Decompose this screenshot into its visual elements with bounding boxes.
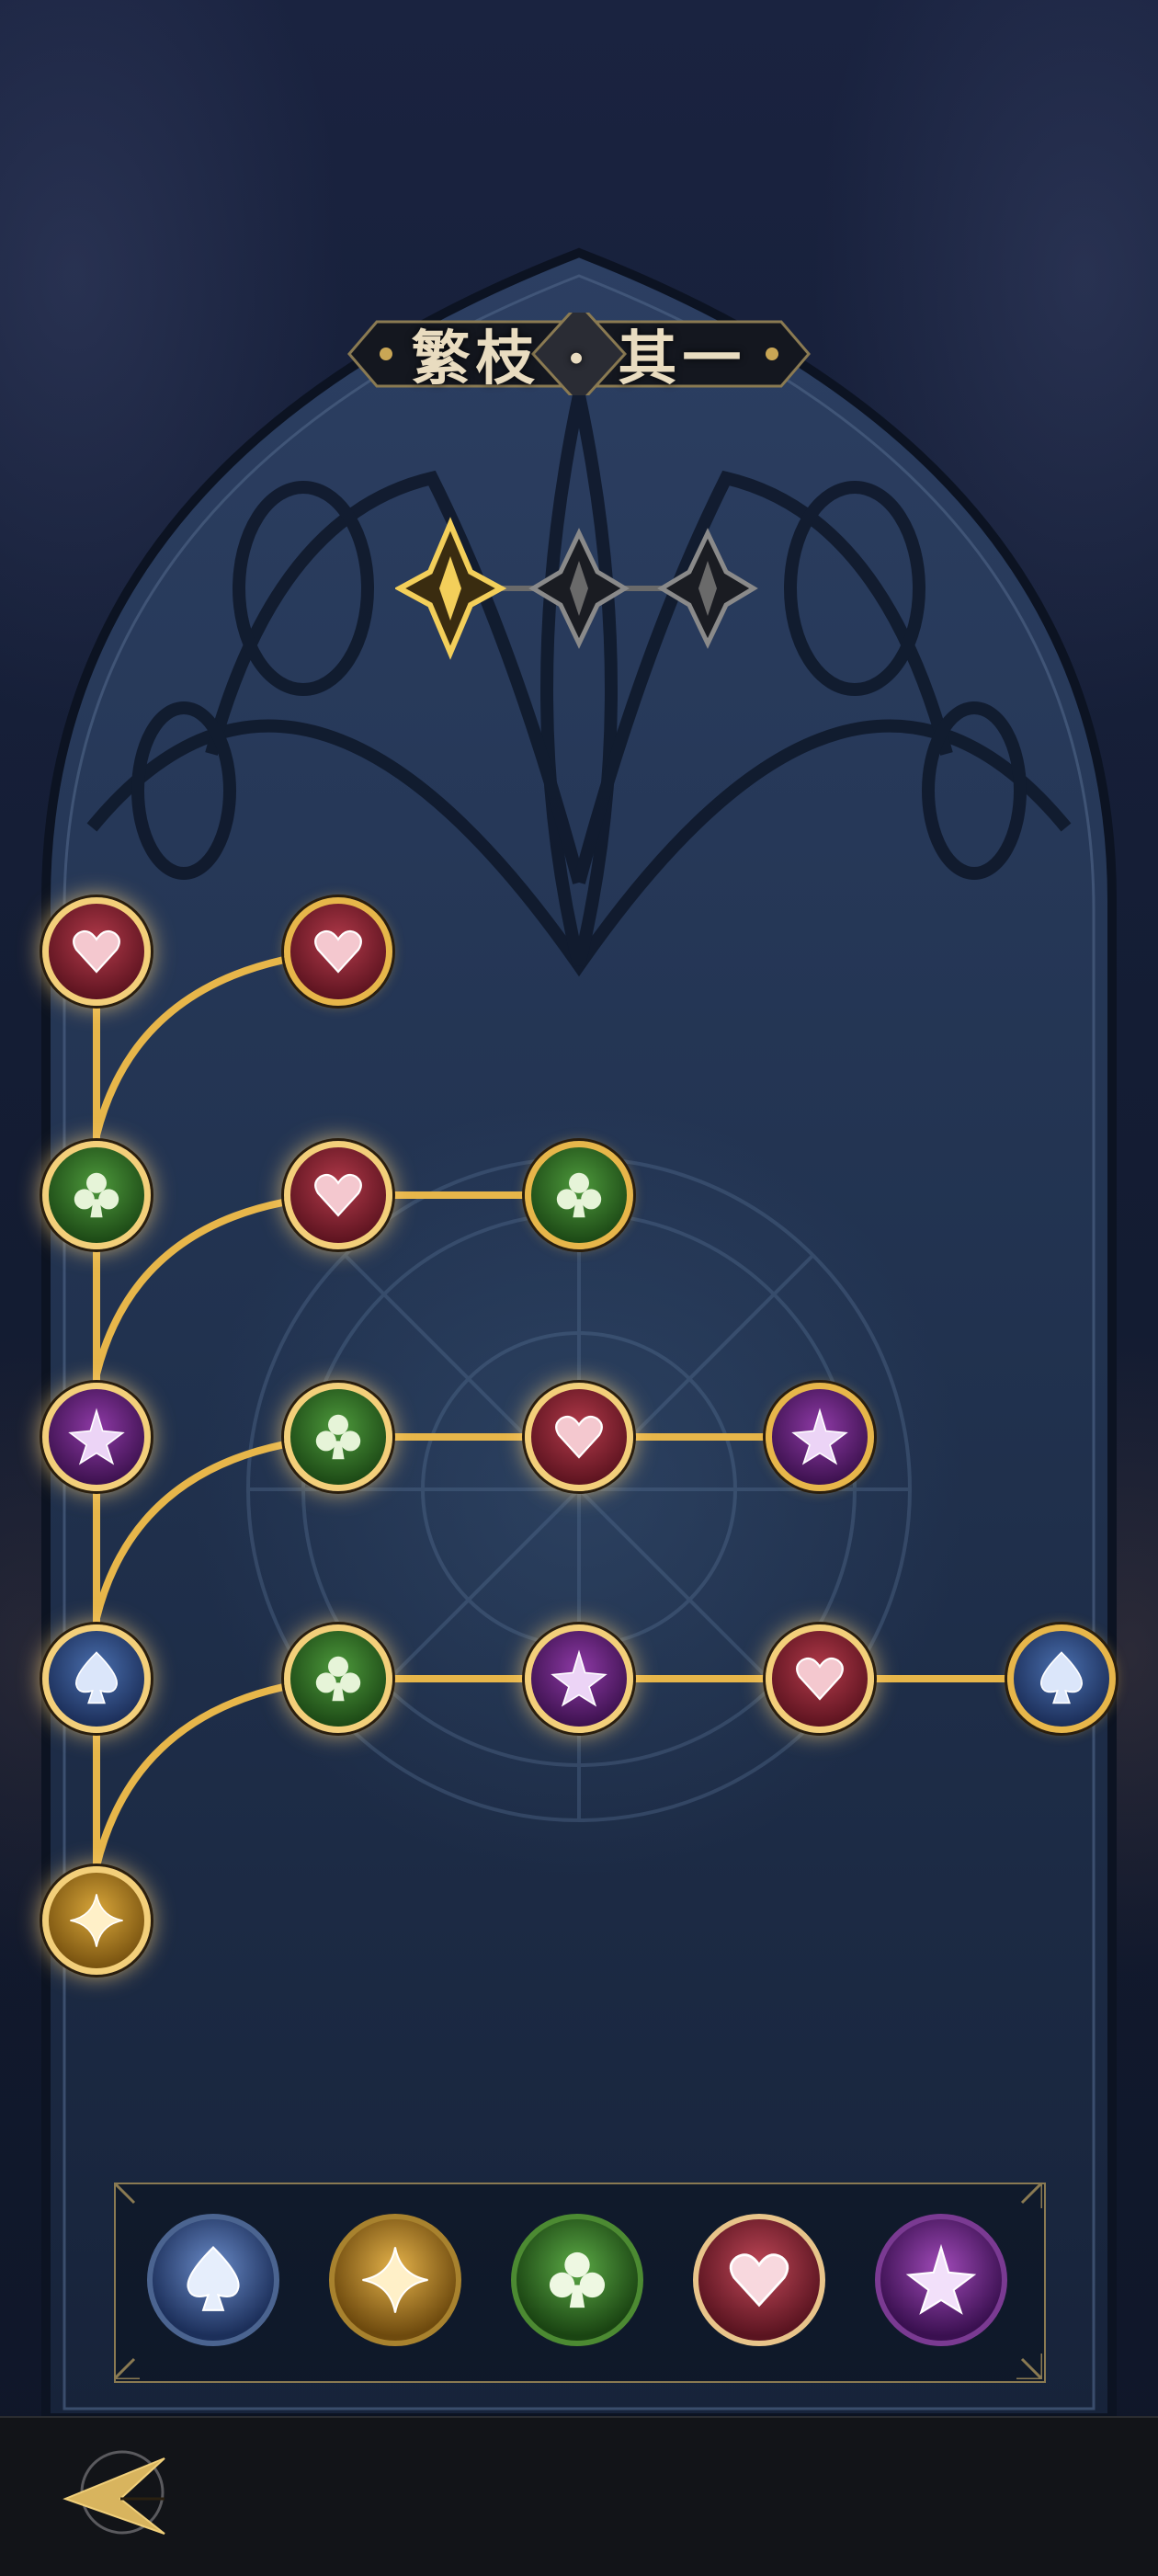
sparkle-icon <box>362 2247 428 2313</box>
legend-club[interactable] <box>511 2214 643 2346</box>
heart-icon <box>555 1415 603 1459</box>
tree-node-root-sparkle[interactable] <box>42 1866 151 1975</box>
heart-icon <box>314 929 362 974</box>
tree-node-heart[interactable] <box>42 897 151 1006</box>
star-icon <box>791 1408 848 1465</box>
tree-node-star[interactable] <box>525 1624 633 1733</box>
heart-icon <box>314 1173 362 1217</box>
spade-icon <box>1040 1651 1083 1704</box>
legend-heart[interactable] <box>693 2214 825 2346</box>
sparkle-icon <box>70 1894 123 1947</box>
tree-node-club-tip[interactable] <box>525 1141 633 1249</box>
club-icon <box>315 1414 361 1460</box>
heart-icon <box>729 2253 789 2308</box>
tree-node-club[interactable] <box>284 1624 392 1733</box>
club-icon <box>549 2251 606 2308</box>
heart-icon <box>796 1657 844 1701</box>
legend-sparkle[interactable] <box>329 2214 461 2346</box>
tree-node-star-tip[interactable] <box>766 1383 874 1491</box>
back-button[interactable] <box>51 2442 180 2543</box>
tree-node-star[interactable] <box>42 1383 151 1491</box>
tree-node-club[interactable] <box>284 1383 392 1491</box>
tree-node-club[interactable] <box>42 1141 151 1249</box>
spade-icon <box>187 2246 240 2311</box>
club-icon <box>315 1656 361 1702</box>
star-icon <box>68 1408 125 1465</box>
spade-icon <box>75 1651 118 1704</box>
club-icon <box>74 1172 119 1218</box>
tree-node-heart[interactable] <box>766 1624 874 1733</box>
tree-node-heart-tip[interactable] <box>284 897 392 1006</box>
star-icon <box>905 2243 977 2315</box>
tree-node-spade-tip[interactable] <box>1007 1624 1116 1733</box>
tree-node-heart[interactable] <box>525 1383 633 1491</box>
back-arrow-icon <box>62 2450 165 2535</box>
club-icon <box>556 1172 602 1218</box>
tree-node-spade[interactable] <box>42 1624 151 1733</box>
star-icon <box>551 1649 607 1707</box>
tree-node-heart[interactable] <box>284 1141 392 1249</box>
legend-star[interactable] <box>875 2214 1007 2346</box>
legend-spade[interactable] <box>147 2214 279 2346</box>
heart-icon <box>73 929 120 974</box>
